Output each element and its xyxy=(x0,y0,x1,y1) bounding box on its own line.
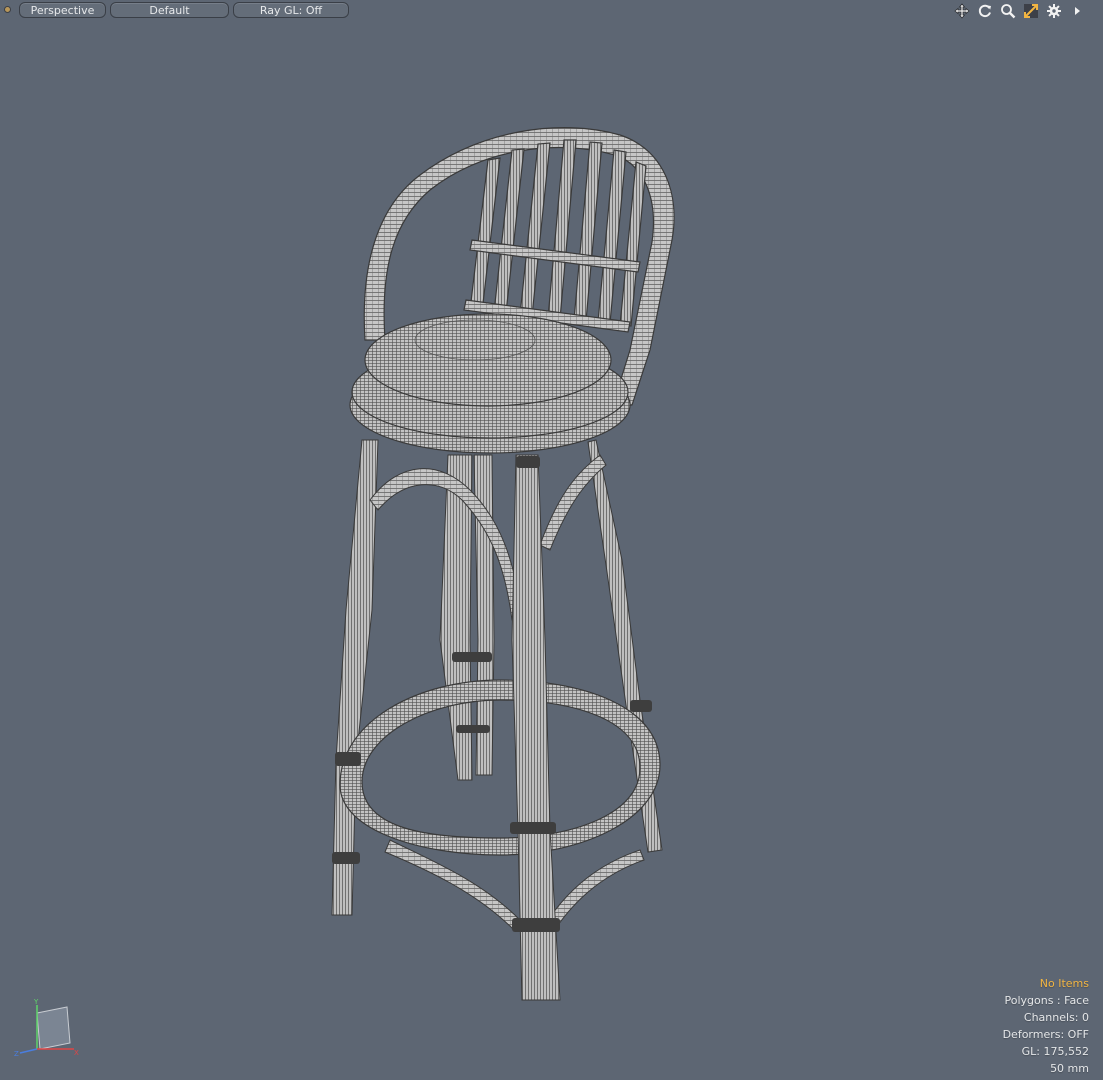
settings-icon[interactable] xyxy=(1044,1,1064,21)
raygl-toggle[interactable]: Ray GL: Off xyxy=(233,2,349,18)
axis-z-label: Z xyxy=(14,1050,19,1057)
viewport-nav-icons xyxy=(952,1,1087,21)
foot-ring xyxy=(339,679,661,856)
rotate-view-icon[interactable] xyxy=(975,1,995,21)
viewport-menu-dot[interactable] xyxy=(4,6,11,13)
lens-length: 50 mm xyxy=(1050,1062,1089,1075)
gl-polycount: GL: 175,552 xyxy=(1021,1045,1089,1058)
view-type-dropdown[interactable]: Perspective xyxy=(19,2,106,18)
front-left-leg xyxy=(331,439,379,916)
axis-x-label: X xyxy=(74,1049,79,1057)
3d-viewport[interactable]: Perspective Default Ray GL: Off Y X Z No… xyxy=(0,0,1103,1080)
move-view-icon[interactable] xyxy=(952,1,972,21)
selection-status: No Items xyxy=(1039,977,1089,990)
zoom-view-icon[interactable] xyxy=(998,1,1018,21)
seat-cushion xyxy=(349,313,631,454)
polygons-mode: Polygons : Face xyxy=(1004,994,1089,1007)
axis-gizmo-icon: Y X Z xyxy=(14,998,79,1057)
channels-count: Channels: 0 xyxy=(1023,1011,1089,1024)
viewport-toolbar: Perspective Default Ray GL: Off xyxy=(0,0,1103,22)
viewport-info-overlay: No Items Polygons : Face Channels: 0 Def… xyxy=(1003,975,1089,1077)
axis-y-label: Y xyxy=(33,998,39,1006)
expand-arrow-icon[interactable] xyxy=(1067,1,1087,21)
shading-style-dropdown[interactable]: Default xyxy=(110,2,229,18)
deformers-status: Deformers: OFF xyxy=(1002,1028,1089,1041)
stool-mesh-render[interactable] xyxy=(0,22,1103,1080)
fit-view-icon[interactable] xyxy=(1021,1,1041,21)
